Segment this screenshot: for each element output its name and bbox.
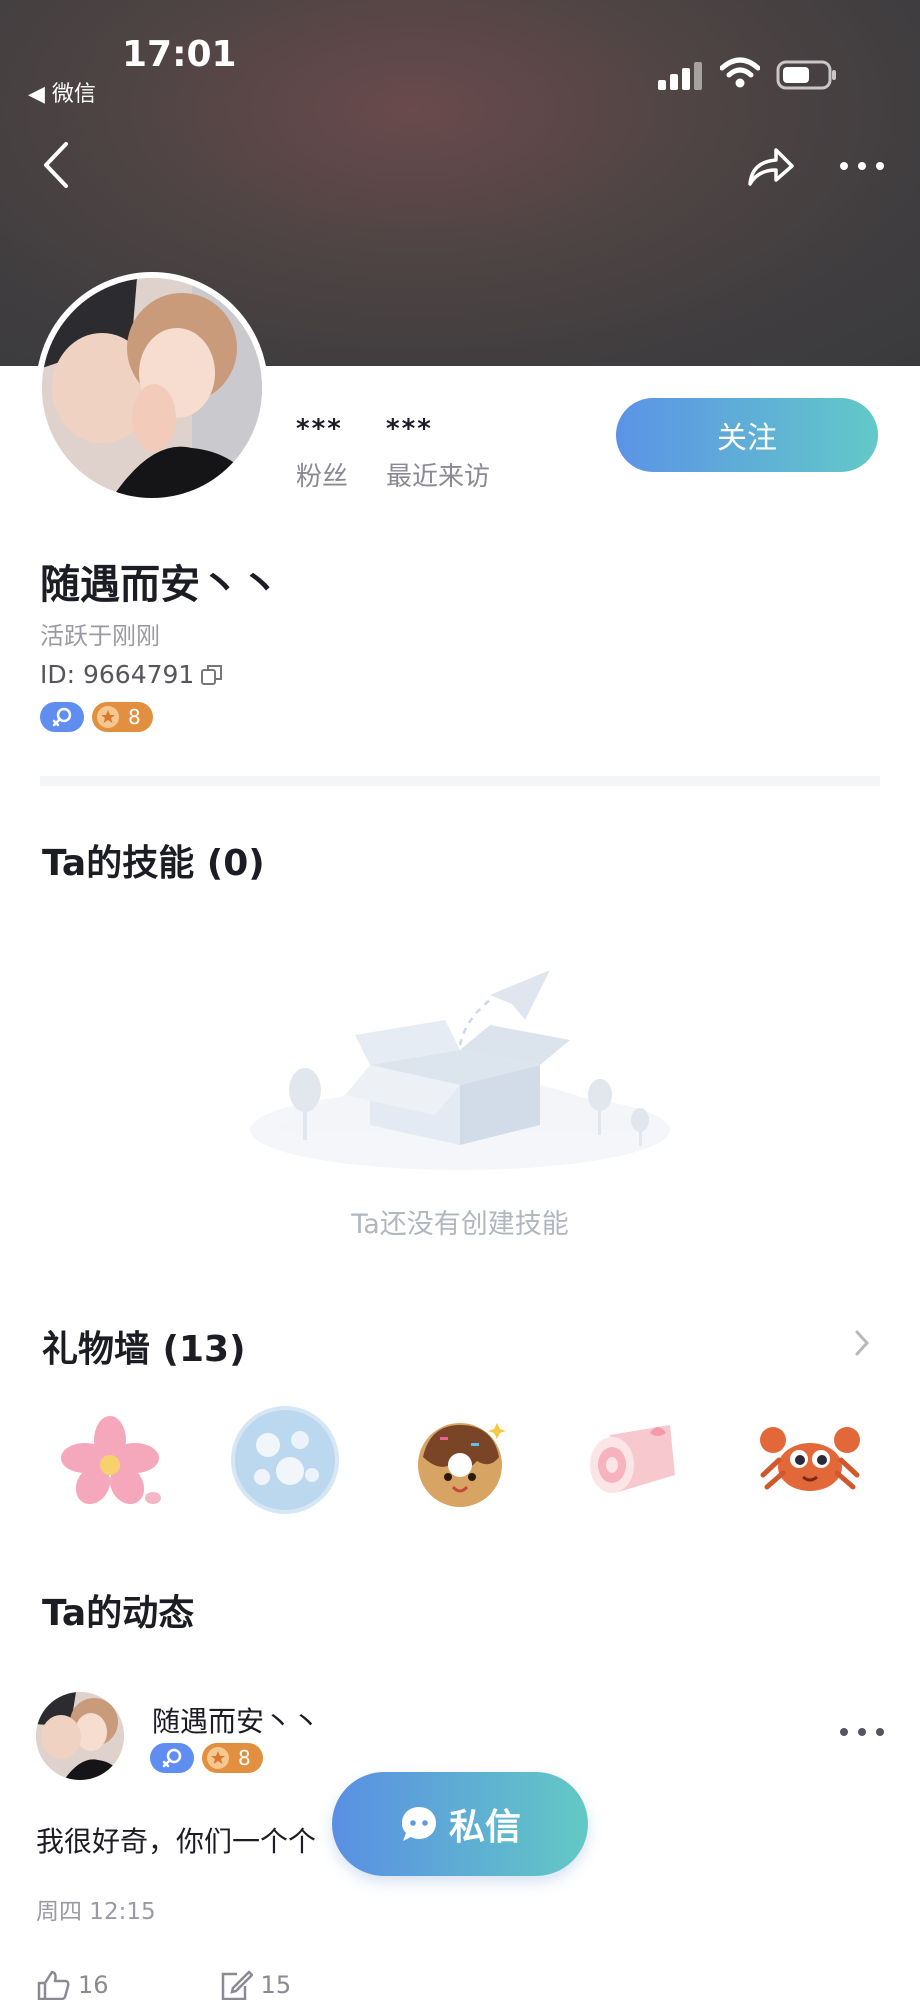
back-to-wechat[interactable]: ◀ 微信 <box>28 76 96 108</box>
cherry-blossom-gift-icon[interactable] <box>40 1400 180 1520</box>
gift-list <box>40 1400 880 1520</box>
crab-gift-icon[interactable] <box>740 1400 880 1520</box>
post-time: 周四 12:15 <box>36 1899 156 1925</box>
skills-empty-text: Ta还没有创建技能 <box>351 1209 569 1240</box>
post-author-avatar[interactable] <box>36 1692 124 1780</box>
post-level-badge: 8 <box>202 1743 263 1773</box>
direct-message-button[interactable]: 私信 <box>332 1772 588 1876</box>
like-count: 16 <box>78 1971 109 1999</box>
more-options-icon[interactable] <box>838 156 886 176</box>
active-status: 活跃于刚刚 <box>40 622 160 650</box>
fans-stat[interactable]: *** 粉丝 <box>296 414 348 493</box>
gender-badge <box>40 702 84 732</box>
level-badge: 8 <box>92 702 153 732</box>
post-content-start: 我很好奇，你们一个个 <box>36 1825 317 1858</box>
female-icon <box>162 1748 182 1768</box>
copy-icon[interactable] <box>200 663 224 687</box>
status-bar: 17:01 ◀ 微信 <box>0 0 920 120</box>
status-time: 17:01 <box>122 34 237 75</box>
like-button[interactable]: 16 <box>36 1970 109 2000</box>
donut-gift-icon[interactable] <box>390 1400 530 1520</box>
post-actions: 16 15 <box>36 1970 291 2000</box>
post-author-name[interactable]: 随遇而安丶丶 <box>152 1700 320 1740</box>
chevron-right-icon[interactable] <box>852 1328 872 1358</box>
follow-button[interactable]: 关注 <box>616 398 878 472</box>
moments-title: Ta的动态 <box>42 1593 195 1634</box>
user-id-text: ID: 9664791 <box>40 660 195 689</box>
chat-bubble-icon <box>401 1807 436 1841</box>
fans-label: 粉丝 <box>296 462 349 492</box>
empty-box-illustration <box>250 970 670 1170</box>
user-id-row: ID: 9664791 <box>40 660 224 689</box>
comment-button[interactable]: 15 <box>219 1970 292 2000</box>
star-icon <box>97 706 119 728</box>
comment-count: 15 <box>260 1971 292 1999</box>
back-arrow-icon[interactable] <box>40 140 74 190</box>
roll-cake-gift-icon[interactable] <box>565 1400 705 1520</box>
fans-count: *** <box>296 414 343 444</box>
skills-title: Ta的技能 (0) <box>42 843 265 884</box>
post-more-icon[interactable] <box>838 1722 886 1742</box>
signal-icon <box>658 62 702 90</box>
visitors-label: 最近来访 <box>386 462 491 492</box>
star-icon <box>207 1747 229 1769</box>
flower-orb-gift-icon[interactable] <box>215 1400 355 1520</box>
wifi-icon <box>720 57 760 88</box>
profile-avatar[interactable] <box>36 272 268 504</box>
profile-badges: 8 <box>40 702 153 732</box>
edit-comment-icon <box>221 1970 253 2000</box>
post-level-number: 8 <box>238 1746 251 1770</box>
section-divider <box>40 776 880 786</box>
post-gender-badge <box>150 1743 194 1773</box>
post-author-badges: 8 <box>150 1743 263 1773</box>
profile-name: 随遇而安丶丶 <box>40 562 280 608</box>
visitors-count: *** <box>386 414 433 444</box>
female-icon <box>52 707 72 727</box>
battery-icon <box>776 60 836 90</box>
share-icon[interactable] <box>746 144 796 188</box>
level-number: 8 <box>128 705 141 729</box>
direct-message-label: 私信 <box>448 1807 521 1848</box>
thumbs-up-icon <box>37 1970 70 2000</box>
visitors-stat[interactable]: *** 最近来访 <box>386 414 490 493</box>
gift-wall-title[interactable]: 礼物墙 (13) <box>42 1320 246 1372</box>
